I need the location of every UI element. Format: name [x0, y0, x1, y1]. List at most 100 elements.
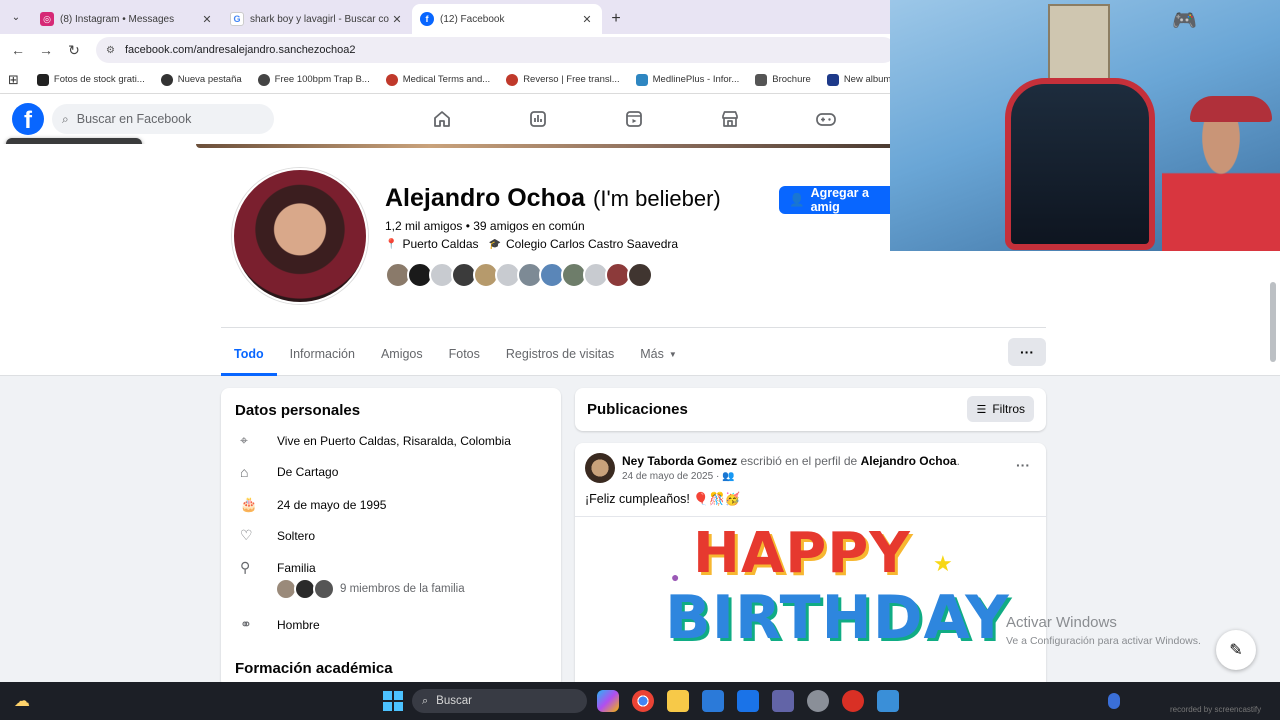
- tab-registros-visitas[interactable]: Registros de visitas: [493, 332, 627, 376]
- graduation-cap-icon: 🎓: [488, 238, 501, 250]
- mutual-friends-avatars[interactable]: [385, 262, 653, 288]
- add-person-icon: 👤: [789, 192, 805, 207]
- tab-mas[interactable]: Más ▼: [627, 332, 690, 376]
- tab-google-search[interactable]: G shark boy y lavagirl - Buscar co ✕: [222, 4, 412, 34]
- file-explorer-icon[interactable]: [667, 690, 689, 712]
- post-author-avatar[interactable]: [585, 453, 615, 483]
- post-image[interactable]: HAPPY BIRTHDAY ★ ●: [575, 516, 1046, 703]
- nav-gaming-icon[interactable]: [814, 108, 838, 130]
- bookmark-item[interactable]: Reverso | Free transl...: [506, 73, 620, 86]
- taskbar-search-input[interactable]: ⌕ Buscar: [412, 689, 587, 713]
- post-header: Ney Taborda Gomez escribió en el perfil …: [622, 454, 960, 468]
- weather-icon[interactable]: ☁: [14, 691, 30, 711]
- close-tab-icon[interactable]: ✕: [580, 13, 594, 26]
- google-favicon-icon: G: [230, 12, 244, 26]
- scroll-thumb[interactable]: [1270, 282, 1276, 362]
- windows-start-icon[interactable]: [383, 691, 403, 711]
- bookmark-item[interactable]: New album: [826, 73, 891, 86]
- profile-avatar[interactable]: [232, 168, 368, 304]
- search-icon: ⌕: [62, 111, 69, 126]
- birthday-cake-icon: 🎂: [240, 496, 258, 512]
- apps-grid-icon[interactable]: ⊞: [8, 72, 19, 88]
- add-friend-button[interactable]: 👤 Agregar a amig: [779, 186, 899, 214]
- bookmark-item[interactable]: Brochure: [755, 73, 811, 86]
- image-text-happy: HAPPY: [693, 521, 911, 586]
- bookmark-favicon-icon: [385, 73, 398, 86]
- close-tab-icon[interactable]: ✕: [200, 13, 214, 26]
- caret-down-icon: ▼: [668, 349, 677, 359]
- info-from: ⌂ De Cartago: [240, 464, 339, 480]
- family-tree-icon: ⚲: [240, 559, 251, 575]
- url-text: facebook.com/andresalejandro.sanchezocho…: [124, 44, 356, 56]
- post-target[interactable]: Alejandro Ochoa: [861, 454, 957, 468]
- recorder-icon[interactable]: [842, 690, 864, 712]
- filters-button[interactable]: ☰ Filtros: [967, 396, 1034, 422]
- profile-school: Colegio Carlos Castro Saavedra: [505, 237, 679, 251]
- bookmark-favicon-icon: [36, 73, 49, 86]
- info-birthday: 🎂 24 de mayo de 1995: [240, 496, 387, 512]
- tab-todo[interactable]: Todo: [221, 332, 277, 376]
- gamepad-icon: 🎮: [1172, 10, 1197, 32]
- nav-marketplace-icon[interactable]: [718, 108, 742, 130]
- info-relationship: ♡ Soltero: [240, 527, 316, 543]
- post-author[interactable]: Ney Taborda Gomez: [622, 454, 737, 468]
- post-date[interactable]: 24 de mayo de 2025 · 👥: [622, 471, 735, 482]
- bookmark-item[interactable]: Nueva pestaña: [160, 73, 242, 86]
- copilot-icon[interactable]: [597, 690, 619, 712]
- post-options-icon[interactable]: ···: [1016, 457, 1030, 473]
- photos-icon[interactable]: [877, 690, 899, 712]
- sliders-icon: ☰: [976, 403, 987, 416]
- nav-video-icon[interactable]: [622, 108, 646, 130]
- info-family: ⚲ Familia: [240, 559, 316, 575]
- nav-feeds-icon[interactable]: [526, 108, 550, 130]
- recording-watermark: recorded by screencastify: [1170, 705, 1262, 714]
- back-arrow-icon[interactable]: ←: [4, 36, 32, 64]
- mail-icon[interactable]: [737, 690, 759, 712]
- bookmark-item[interactable]: MedlinePlus - Infor...: [635, 73, 739, 86]
- location-pin-icon: ⌖: [240, 432, 248, 448]
- store-icon[interactable]: [702, 690, 724, 712]
- person: [1162, 100, 1280, 251]
- gaming-chair: [1005, 78, 1155, 250]
- facebook-search-input[interactable]: ⌕ Buscar en Facebook: [52, 104, 274, 134]
- site-info-icon[interactable]: ⚙: [106, 45, 115, 56]
- bookmark-favicon-icon: [160, 73, 173, 86]
- new-tab-plus-icon[interactable]: +: [602, 4, 630, 34]
- webcam-overlay: 🎮: [890, 0, 1280, 251]
- tab-amigos[interactable]: Amigos: [368, 332, 436, 376]
- bookmark-item[interactable]: Medical Terms and...: [385, 73, 490, 86]
- profile-more-options-button[interactable]: ···: [1008, 338, 1046, 366]
- cover-photo[interactable]: [196, 144, 896, 148]
- tab-facebook[interactable]: f (12) Facebook ✕: [412, 4, 602, 34]
- profile-name: Alejandro Ochoa (I'm belieber): [385, 184, 721, 212]
- url-field[interactable]: ⚙ facebook.com/andresalejandro.sanchezoc…: [96, 37, 896, 63]
- chrome-icon[interactable]: [632, 690, 654, 712]
- bookmark-favicon-icon: [826, 73, 839, 86]
- forward-arrow-icon[interactable]: →: [32, 36, 60, 64]
- avatar[interactable]: [313, 578, 335, 600]
- family-members[interactable]: 9 miembros de la familia: [275, 578, 465, 600]
- settings-gear-icon[interactable]: [807, 690, 829, 712]
- close-tab-icon[interactable]: ✕: [390, 13, 404, 26]
- education-title: Formación académica: [235, 660, 393, 677]
- friends-count[interactable]: 1,2 mil amigos • 39 amigos en común: [385, 219, 585, 233]
- new-message-edit-icon[interactable]: ✎: [1216, 630, 1256, 670]
- instagram-favicon-icon: ◎: [40, 12, 54, 26]
- teams-icon[interactable]: [772, 690, 794, 712]
- bookmark-item[interactable]: Fotos de stock grati...: [36, 73, 145, 86]
- tab-informacion[interactable]: Información: [277, 332, 368, 376]
- avatar[interactable]: [627, 262, 653, 288]
- page-scrollbar[interactable]: [1270, 252, 1278, 682]
- profile-divider: [221, 327, 1046, 328]
- tab-instagram[interactable]: ◎ (8) Instagram • Messages ✕: [32, 4, 222, 34]
- microphone-icon[interactable]: [1108, 693, 1120, 709]
- nav-home-icon[interactable]: [430, 108, 454, 130]
- bookmark-item[interactable]: Free 100bpm Trap B...: [257, 73, 370, 86]
- tab-search-chevron-icon[interactable]: ⌄: [0, 0, 32, 34]
- facebook-logo-icon[interactable]: f: [12, 103, 44, 135]
- reload-icon[interactable]: ↻: [60, 36, 88, 64]
- post-text: ¡Feliz cumpleaños! 🎈🎊🥳: [585, 492, 741, 506]
- profile-location: Puerto Caldas: [402, 237, 479, 251]
- family-count[interactable]: 9 miembros de la familia: [340, 583, 465, 595]
- tab-fotos[interactable]: Fotos: [436, 332, 493, 376]
